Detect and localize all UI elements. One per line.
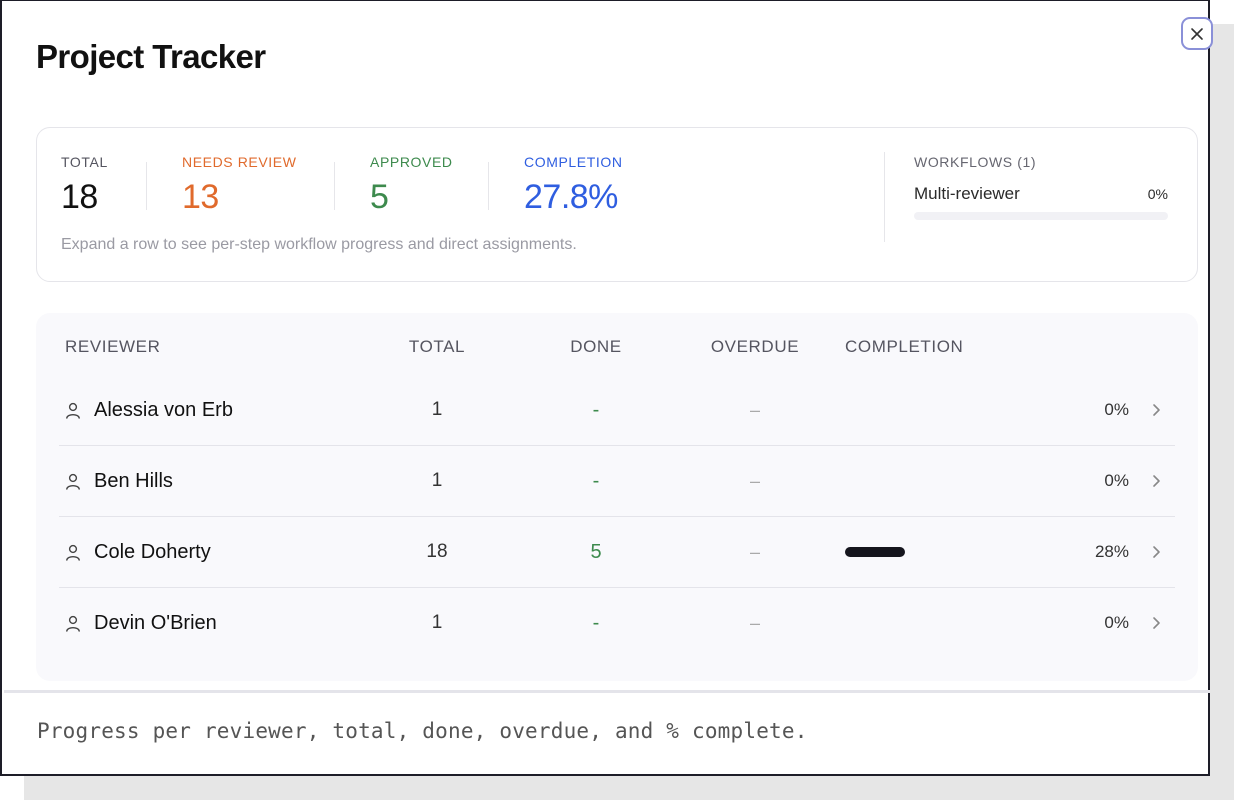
completion-bar: [845, 547, 905, 557]
workflows-label: WORKFLOWS (1): [914, 154, 1037, 170]
stat-approved: APPROVED 5: [370, 154, 453, 217]
row-overdue: –: [749, 399, 760, 420]
row-overdue: –: [749, 612, 760, 633]
row-total: 1: [431, 612, 443, 633]
stat-divider: [146, 162, 147, 210]
footer-divider: [4, 690, 1210, 693]
row-done: -: [592, 398, 600, 421]
reviewer-row[interactable]: Devin O'Brien 1 - – 0%: [59, 588, 1175, 659]
person-icon: [66, 615, 80, 632]
header-done: DONE: [570, 337, 622, 356]
reviewer-name: Cole Doherty: [94, 540, 211, 563]
header-completion: COMPLETION: [845, 337, 964, 356]
stat-total: TOTAL 18: [61, 154, 108, 217]
person-icon: [66, 402, 80, 419]
chevron-right-icon[interactable]: [1149, 402, 1163, 418]
row-percent: 28%: [1094, 542, 1129, 561]
row-done: -: [592, 611, 600, 634]
chevron-right-icon[interactable]: [1149, 544, 1163, 560]
row-percent: 0%: [1104, 400, 1129, 419]
row-total: 1: [431, 470, 443, 491]
row-percent: 0%: [1104, 613, 1129, 632]
row-overdue: –: [749, 541, 760, 562]
stat-completion: COMPLETION 27.8%: [524, 154, 623, 217]
project-tracker-modal: Project Tracker TOTAL 18 NEEDS REVIEW 13…: [0, 0, 1213, 776]
workflow-item: Multi-reviewer 0%: [914, 184, 1168, 204]
reviewer-row[interactable]: Ben Hills 1 - – 0%: [59, 446, 1175, 517]
modal-title: Project Tracker: [36, 38, 266, 75]
stat-divider: [334, 162, 335, 210]
workflow-progress-track: [914, 212, 1168, 220]
workflows-panel: WORKFLOWS (1) Multi-reviewer 0%: [914, 154, 1168, 220]
summary-hint: Expand a row to see per-step workflow pr…: [61, 236, 577, 253]
stat-label: NEEDS REVIEW: [182, 154, 297, 170]
reviewer-name: Alessia von Erb: [94, 398, 233, 421]
workflow-percent: 0%: [1147, 186, 1168, 202]
stat-value: 18: [61, 178, 98, 216]
person-icon: [66, 544, 80, 561]
row-total: 18: [426, 541, 448, 562]
stat-value: 27.8%: [524, 178, 618, 216]
person-icon: [66, 473, 80, 490]
close-icon: [1191, 27, 1203, 40]
caption: Progress per reviewer, total, done, over…: [37, 719, 808, 743]
stat-label: COMPLETION: [524, 154, 623, 170]
row-overdue: –: [749, 470, 760, 491]
row-done: 5: [590, 540, 602, 563]
stat-needs-review: NEEDS REVIEW 13: [182, 154, 297, 217]
stat-value: 13: [182, 178, 219, 216]
reviewer-name: Devin O'Brien: [94, 611, 217, 634]
header-overdue: OVERDUE: [710, 337, 800, 356]
chevron-right-icon[interactable]: [1149, 615, 1163, 631]
close-button[interactable]: [1181, 17, 1213, 50]
header-total: TOTAL: [408, 337, 466, 356]
reviewer-row[interactable]: Cole Doherty 18 5 – 28%: [59, 517, 1175, 588]
row-total: 1: [431, 399, 443, 420]
stat-divider: [488, 162, 489, 210]
header-reviewer: REVIEWER: [65, 337, 161, 356]
stat-label: APPROVED: [370, 154, 453, 170]
stat-label: TOTAL: [61, 154, 108, 170]
row-percent: 0%: [1104, 471, 1129, 490]
summary-card: TOTAL 18 NEEDS REVIEW 13 APPROVED 5 COMP…: [36, 127, 1198, 282]
workflows-divider: [884, 152, 885, 242]
workflow-name: Multi-reviewer: [914, 184, 1020, 203]
reviewer-name: Ben Hills: [94, 469, 173, 492]
row-done: -: [592, 469, 600, 492]
chevron-right-icon[interactable]: [1149, 473, 1163, 489]
reviewer-table: REVIEWER TOTAL DONE OVERDUE COMPLETION A…: [36, 313, 1198, 681]
stat-value: 5: [370, 178, 389, 216]
reviewer-row[interactable]: Alessia von Erb 1 - – 0%: [59, 375, 1175, 446]
